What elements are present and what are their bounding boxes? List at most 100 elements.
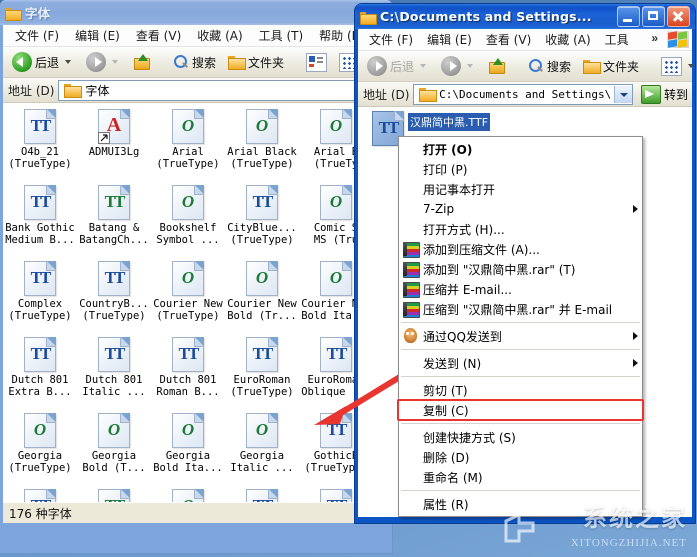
folders-button[interactable]: 文件夹 (223, 52, 289, 73)
fonts-explorer-window[interactable]: 字体 文件 (F) 编辑 (E) 查看 (V) 收藏 (A) 工具 (T) 帮助… (0, 0, 392, 553)
font-item[interactable]: O Georgia (TrueType) (3, 413, 77, 489)
ctx-properties[interactable]: 属性 (R) (399, 494, 642, 514)
ctx-copy[interactable]: 复制 (C) (399, 400, 642, 420)
fonts-toolbar[interactable]: 后退 搜索 文件夹 (3, 47, 389, 78)
font-item[interactable]: O Bookshelf Symbol ... (151, 185, 225, 261)
ctx-send-to[interactable]: 发送到 (N) (399, 353, 642, 373)
menu-view[interactable]: 查看 (V) (479, 29, 538, 50)
back-button[interactable]: 后退 (362, 54, 434, 78)
docs-menubar[interactable]: 文件 (F) 编辑 (E) 查看 (V) 收藏 (A) 工具 » (358, 29, 692, 51)
ctx-create-shortcut-label: 创建快捷方式 (S) (423, 429, 516, 446)
fonts-address-bar[interactable]: 地址 (D) 字体 (3, 78, 389, 103)
menu-edit[interactable]: 编辑 (E) (67, 25, 128, 46)
font-item[interactable]: O Courier New (TrueType) (151, 261, 225, 337)
ctx-create-shortcut[interactable]: 创建快捷方式 (S) (399, 427, 642, 447)
back-label: 后退 (35, 54, 59, 71)
ctx-open[interactable]: 打开 (O) (399, 139, 642, 159)
ctx-add-to-archive[interactable]: 添加到压缩文件 (A)... (399, 239, 642, 259)
font-item[interactable]: O Georgia Bold (T... (77, 413, 151, 489)
ctx-cut[interactable]: 剪切 (T) (399, 380, 642, 400)
folders-label: 文件夹 (248, 54, 284, 71)
up-button[interactable] (483, 56, 511, 77)
ctx-send-via-qq[interactable]: 通过QQ发送到 (399, 326, 642, 346)
fonts-menubar[interactable]: 文件 (F) 编辑 (E) 查看 (V) 收藏 (A) 工具 (T) 帮助 (H… (3, 25, 389, 47)
go-button[interactable]: 转到 (637, 85, 692, 104)
menu-favorites[interactable]: 收藏 (A) (538, 29, 597, 50)
maximize-button[interactable] (642, 6, 665, 27)
ctx-compress-and-email-label: 压缩并 E-mail... (423, 281, 512, 298)
forward-dropdown-caret-icon[interactable] (467, 64, 473, 68)
folders-button[interactable]: 文件夹 (578, 56, 644, 77)
fonts-icon-grid[interactable]: TT O4b_21 (TrueType) A ADMUI3Lg O Arial … (3, 103, 389, 502)
address-dropdown-button[interactable] (614, 86, 632, 103)
font-item[interactable]: TT CountryB... (TrueType) (77, 261, 151, 337)
back-dropdown-caret-icon[interactable] (420, 64, 426, 68)
menu-tools[interactable]: 工具 (T) (251, 25, 312, 46)
ctx-7zip[interactable]: 7-Zip (399, 199, 642, 219)
font-item[interactable]: TT Batang & BatangCh... (77, 185, 151, 261)
font-item[interactable]: O (151, 489, 225, 502)
font-item[interactable]: TT O4b_21 (TrueType) (3, 109, 77, 185)
menu-file[interactable]: 文件 (F) (362, 29, 420, 50)
font-item[interactable]: TT Dutch 801 Italic ... (77, 337, 151, 413)
font-item[interactable]: A ADMUI3Lg (77, 109, 151, 185)
menu-tools[interactable]: 工具 (598, 29, 636, 50)
view-large-icons-button[interactable] (301, 51, 332, 74)
ctx-add-to-named-rar[interactable]: 添加到 "汉鼎简中黑.rar" (T) (399, 259, 642, 279)
font-item[interactable]: TT Bank Gothic Medium B... (3, 185, 77, 261)
qq-icon (402, 328, 420, 344)
up-button[interactable] (128, 52, 156, 73)
ctx-delete[interactable]: 删除 (D) (399, 447, 642, 467)
forward-button[interactable] (436, 54, 481, 78)
address-input[interactable]: 字体 (58, 80, 389, 101)
back-dropdown-caret-icon[interactable] (65, 60, 71, 64)
search-button[interactable]: 搜索 (168, 52, 221, 73)
docs-window-titlebar[interactable]: C:\Documents and Settings... (355, 4, 695, 29)
close-button[interactable] (667, 6, 690, 27)
font-item[interactable]: O Arial Black (TrueType) (225, 109, 299, 185)
minimize-button[interactable] (617, 6, 640, 27)
views-dropdown-caret-icon[interactable] (688, 64, 694, 68)
ctx-compress-named-and-email[interactable]: 压缩到 "汉鼎简中黑.rar" 并 E-mail (399, 299, 642, 319)
menu-view[interactable]: 查看 (V) (128, 25, 189, 46)
fonts-window-titlebar[interactable]: 字体 (0, 0, 392, 25)
font-item-label: O4b_21 (TrueType) (3, 146, 77, 170)
ctx-rename[interactable]: 重命名 (M) (399, 467, 642, 487)
font-item-label: Batang & BatangCh... (77, 222, 151, 246)
font-item[interactable]: TT Dutch 801 Extra B... (3, 337, 77, 413)
forward-button[interactable] (81, 50, 126, 74)
font-grid-row: TT Bank Gothic Medium B... TT Batang & B… (3, 185, 389, 261)
font-item[interactable]: O Arial (TrueType) (151, 109, 225, 185)
back-button[interactable]: 后退 (7, 50, 79, 74)
docs-address-bar[interactable]: 地址 (D) C:\Documents and Settings\Ad 转到 (358, 82, 692, 107)
font-item[interactable]: TT (3, 489, 77, 502)
ctx-open-with[interactable]: 打开方式 (H)... (399, 219, 642, 239)
ctx-properties-label: 属性 (R) (423, 496, 469, 513)
views-button[interactable] (656, 55, 697, 78)
font-item[interactable]: TT CityBlue... (TrueType) (225, 185, 299, 261)
menu-overflow-chevron-icon[interactable]: » (651, 31, 658, 45)
font-item-label: Dutch 801 Extra B... (3, 374, 77, 398)
search-button[interactable]: 搜索 (523, 56, 576, 77)
file-context-menu[interactable]: 打开 (O) 打印 (P) 用记事本打开 7-Zip 打开方式 (H)... 添… (398, 136, 643, 517)
font-item[interactable]: O Courier New Bold (Tr... (225, 261, 299, 337)
forward-dropdown-caret-icon[interactable] (112, 60, 118, 64)
submenu-arrow-icon (633, 205, 638, 213)
ctx-compress-and-email[interactable]: 压缩并 E-mail... (399, 279, 642, 299)
menu-file[interactable]: 文件 (F) (7, 25, 67, 46)
font-item[interactable]: O Georgia Italic ... (225, 413, 299, 489)
address-input[interactable]: C:\Documents and Settings\Ad (413, 84, 633, 105)
ctx-open-with-notepad[interactable]: 用记事本打开 (399, 179, 642, 199)
font-item[interactable]: TT (225, 489, 299, 502)
font-item-label: Bookshelf Symbol ... (151, 222, 225, 246)
font-item[interactable]: TT (77, 489, 151, 502)
menu-edit[interactable]: 编辑 (E) (420, 29, 479, 50)
ctx-print[interactable]: 打印 (P) (399, 159, 642, 179)
font-item[interactable]: TT Dutch 801 Roman B... (151, 337, 225, 413)
blank-icon (402, 161, 420, 177)
font-item[interactable]: TT EuroRoman (TrueType) (225, 337, 299, 413)
menu-favorites[interactable]: 收藏 (A) (189, 25, 250, 46)
font-item[interactable]: TT Complex (TrueType) (3, 261, 77, 337)
font-item[interactable]: O Georgia Bold Ita... (151, 413, 225, 489)
docs-toolbar[interactable]: 后退 搜索 文件夹 (358, 51, 692, 82)
